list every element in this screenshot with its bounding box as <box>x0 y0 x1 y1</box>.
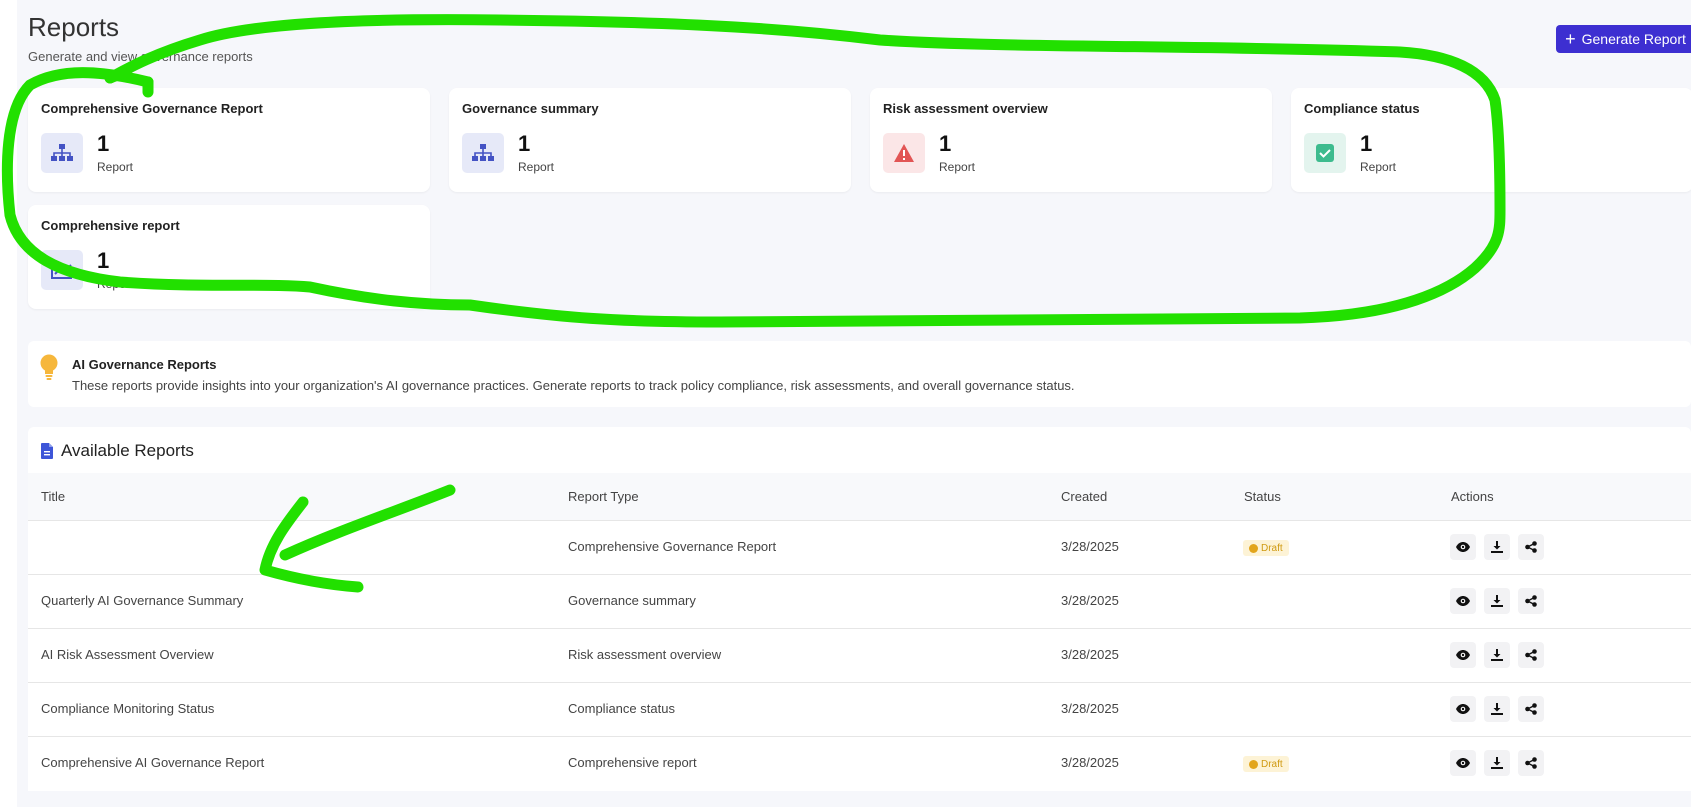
report-type: Risk assessment overview <box>568 647 722 662</box>
page-title: Reports <box>28 12 120 42</box>
card-unit: Report <box>939 160 976 174</box>
report-title: Compliance Monitoring Status <box>41 701 215 716</box>
report-title: Comprehensive AI Governance Report <box>41 755 265 770</box>
report-type: Comprehensive report <box>568 755 697 770</box>
summary-card-governance-summary[interactable]: Governance summary 1 Report <box>449 88 851 192</box>
status-badge-label: Draft <box>1261 542 1283 554</box>
card-unit: Report <box>97 277 134 291</box>
eye-icon[interactable] <box>1450 642 1476 668</box>
report-title: Quarterly AI Governance Summary <box>41 593 244 608</box>
report-type: Compliance status <box>568 701 675 716</box>
card-unit: Report <box>518 160 555 174</box>
table-row[interactable]: AI Risk Assessment Overview Risk assessm… <box>28 629 1691 683</box>
info-banner: AI Governance Reports These reports prov… <box>28 341 1691 407</box>
report-type: Comprehensive Governance Report <box>568 539 777 554</box>
report-created: 3/28/2025 <box>1061 701 1119 716</box>
share-icon[interactable] <box>1518 588 1544 614</box>
share-icon[interactable] <box>1518 642 1544 668</box>
card-title: Risk assessment overview <box>883 101 1048 116</box>
eye-icon[interactable] <box>1450 750 1476 776</box>
left-sidebar-edge <box>0 0 17 807</box>
info-text: These reports provide insights into your… <box>72 378 1075 393</box>
card-count: 1 <box>1360 131 1373 156</box>
table-row[interactable]: Compliance Monitoring Status Compliance … <box>28 683 1691 737</box>
eye-icon[interactable] <box>1450 588 1476 614</box>
card-title: Comprehensive report <box>41 218 180 233</box>
column-report-type[interactable]: Report Type <box>568 489 639 504</box>
report-title: AI Risk Assessment Overview <box>41 647 214 662</box>
document-icon <box>41 443 53 464</box>
main-content: Reports Generate and view governance rep… <box>28 0 1691 807</box>
card-unit: Report <box>1360 160 1397 174</box>
line-chart-icon <box>41 250 83 290</box>
warning-icon <box>883 133 925 173</box>
download-icon[interactable] <box>1484 534 1510 560</box>
table-row[interactable]: Quarterly AI Governance Summary Governan… <box>28 575 1691 629</box>
summary-card-risk-assessment[interactable]: Risk assessment overview 1 Report <box>870 88 1272 192</box>
check-square-icon <box>1304 133 1346 173</box>
table-row[interactable]: Comprehensive AI Governance Report Compr… <box>28 737 1691 791</box>
status-badge-label: Draft <box>1261 758 1283 770</box>
card-unit: Report <box>97 160 134 174</box>
download-icon[interactable] <box>1484 696 1510 722</box>
info-title: AI Governance Reports <box>72 357 217 372</box>
card-title: Compliance status <box>1304 101 1420 116</box>
column-created[interactable]: Created <box>1061 489 1107 504</box>
sitemap-icon <box>462 133 504 173</box>
status-badge: Draft <box>1243 756 1289 772</box>
plus-icon: + <box>1565 29 1576 49</box>
summary-card-compliance-status[interactable]: Compliance status 1 Report <box>1291 88 1691 192</box>
column-status[interactable]: Status <box>1244 489 1281 504</box>
lightbulb-icon <box>40 354 58 385</box>
share-icon[interactable] <box>1518 696 1544 722</box>
share-icon[interactable] <box>1518 750 1544 776</box>
download-icon[interactable] <box>1484 588 1510 614</box>
report-created: 3/28/2025 <box>1061 539 1119 554</box>
download-icon[interactable] <box>1484 642 1510 668</box>
report-created: 3/28/2025 <box>1061 755 1119 770</box>
available-reports-heading: Available Reports <box>61 441 194 460</box>
generate-report-label: Generate Report <box>1581 31 1686 47</box>
report-type: Governance summary <box>568 593 696 608</box>
column-title[interactable]: Title <box>41 489 65 504</box>
summary-card-comprehensive-governance[interactable]: Comprehensive Governance Report 1 Report <box>28 88 430 192</box>
card-title: Governance summary <box>462 101 599 116</box>
download-icon[interactable] <box>1484 750 1510 776</box>
column-actions: Actions <box>1451 489 1494 504</box>
generate-report-button[interactable]: + Generate Report <box>1556 25 1691 53</box>
table-header: Title Report Type Created Status Actions <box>28 473 1691 521</box>
card-count: 1 <box>518 131 531 156</box>
page-subtitle: Generate and view governance reports <box>28 49 253 64</box>
clock-icon <box>1249 543 1258 553</box>
card-count: 1 <box>97 248 110 273</box>
clock-icon <box>1249 759 1258 769</box>
summary-card-comprehensive-report[interactable]: Comprehensive report 1 Report <box>28 205 430 309</box>
eye-icon[interactable] <box>1450 534 1476 560</box>
card-count: 1 <box>97 131 110 156</box>
eye-icon[interactable] <box>1450 696 1476 722</box>
available-reports-panel: Available Reports Title Report Type Crea… <box>28 427 1691 791</box>
table-row[interactable]: Comprehensive Governance Report 3/28/202… <box>28 521 1691 575</box>
card-title: Comprehensive Governance Report <box>41 101 263 116</box>
report-created: 3/28/2025 <box>1061 593 1119 608</box>
card-count: 1 <box>939 131 952 156</box>
share-icon[interactable] <box>1518 534 1544 560</box>
report-created: 3/28/2025 <box>1061 647 1119 662</box>
status-badge: Draft <box>1243 540 1289 556</box>
sitemap-icon <box>41 133 83 173</box>
